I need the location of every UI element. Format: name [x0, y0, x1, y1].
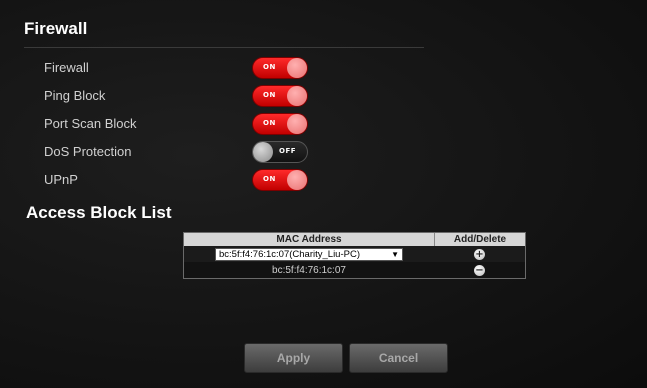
toggle-state-text: OFF	[279, 147, 297, 155]
toggle-knob	[287, 114, 307, 134]
table-row: bc:5f:f4:76:1c:07 −	[184, 262, 525, 278]
upnp-toggle[interactable]: ON	[252, 169, 308, 191]
mac-select-cell: bc:5f:f4:76:1c:07(Charity_Liu-PC) ▼	[184, 247, 434, 261]
access-block-table: MAC Address Add/Delete bc:5f:f4:76:1c:07…	[183, 232, 526, 279]
toggle-knob	[287, 170, 307, 190]
delete-cell: −	[434, 264, 525, 276]
toggle-state-text: ON	[263, 119, 276, 127]
ping-block-label: Ping Block	[44, 88, 106, 103]
plus-circle-icon[interactable]: +	[474, 248, 485, 260]
table-header: MAC Address Add/Delete	[184, 233, 525, 246]
firewall-section-title: Firewall	[24, 19, 88, 38]
dos-protection-toggle[interactable]: OFF	[252, 141, 308, 163]
dos-protection-label: DoS Protection	[44, 144, 132, 159]
section-divider	[24, 47, 424, 48]
toggle-state-text: ON	[263, 175, 276, 183]
column-header-add-delete: Add/Delete	[453, 234, 507, 245]
toggle-state-text: ON	[263, 63, 276, 71]
toggle-knob	[287, 58, 307, 78]
mac-select-value: bc:5f:f4:76:1c:07(Charity_Liu-PC)	[219, 248, 360, 260]
firewall-toggle[interactable]: ON	[252, 57, 308, 79]
add-cell: +	[434, 248, 525, 260]
access-block-list-title: Access Block List	[26, 203, 172, 222]
dropdown-arrow-icon: ▼	[391, 249, 399, 259]
upnp-label: UPnP	[44, 172, 78, 187]
minus-circle-icon[interactable]: −	[474, 264, 485, 276]
port-scan-block-toggle[interactable]: ON	[252, 113, 308, 135]
firewall-settings-page: Firewall Firewall ON Ping Block ON Port …	[0, 0, 647, 388]
mac-address-cell: bc:5f:f4:76:1c:07	[272, 264, 346, 276]
column-header-mac-address: MAC Address	[184, 233, 435, 246]
port-scan-block-label: Port Scan Block	[44, 116, 137, 131]
mac-address-select[interactable]: bc:5f:f4:76:1c:07(Charity_Liu-PC) ▼	[215, 247, 403, 261]
toggle-knob	[253, 142, 273, 162]
toggle-state-text: ON	[263, 91, 276, 99]
toggle-knob	[287, 86, 307, 106]
apply-button[interactable]: Apply	[244, 343, 343, 373]
firewall-label: Firewall	[44, 60, 89, 75]
cancel-button[interactable]: Cancel	[349, 343, 448, 373]
ping-block-toggle[interactable]: ON	[252, 85, 308, 107]
table-row-add: bc:5f:f4:76:1c:07(Charity_Liu-PC) ▼ +	[184, 246, 525, 262]
